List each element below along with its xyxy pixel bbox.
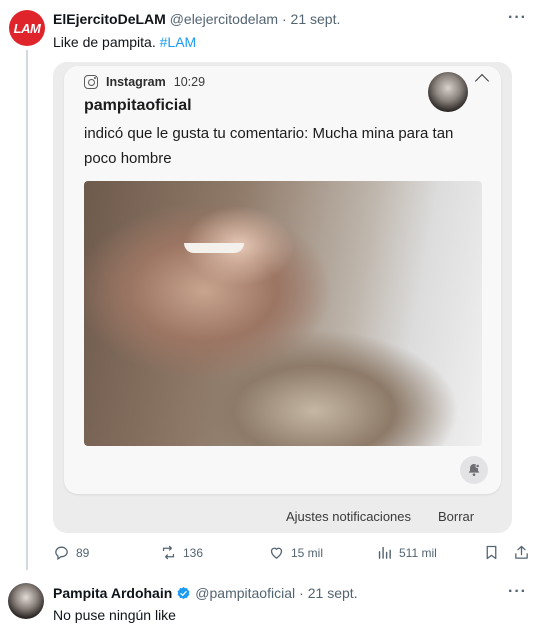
- tweet-text: Like de pampita. #LAM: [53, 34, 196, 50]
- display-name[interactable]: Pampita Ardohain: [53, 585, 172, 601]
- notification-username: pampitaoficial: [84, 97, 192, 114]
- notification-message: indicó que le gusta tu comentario: Mucha…: [84, 125, 454, 167]
- views-count: 511 mil: [399, 545, 437, 560]
- notification-photo: [84, 181, 482, 446]
- retweet-button[interactable]: 136: [160, 544, 203, 561]
- retweet-count: 136: [183, 545, 204, 560]
- bookmark-icon: [486, 545, 497, 560]
- thread-line: [26, 50, 28, 570]
- chevron-up-icon: [474, 73, 490, 89]
- like-button[interactable]: 15 mil: [268, 544, 323, 561]
- avatar[interactable]: LAM: [9, 10, 45, 46]
- tweet-text-body: Like de pampita.: [53, 34, 156, 50]
- notification-avatar: [428, 72, 468, 112]
- notification-app-name: Instagram: [106, 75, 166, 89]
- tweet-time[interactable]: 21 sept.: [291, 11, 341, 27]
- share-icon: [515, 545, 528, 559]
- views-button[interactable]: 511 mil: [376, 544, 437, 561]
- tweet-ejercito[interactable]: LAM ElEjercitoDeLAM @elejercitodelam · 2…: [0, 0, 541, 575]
- screenshot-media[interactable]: Instagram 10:29 pampitaoficial indicó qu…: [53, 62, 512, 533]
- share-button[interactable]: [513, 544, 530, 561]
- tweet-header: ElEjercitoDeLAM @elejercitodelam · 21 se…: [53, 11, 340, 27]
- tweet-time[interactable]: 21 sept.: [308, 585, 358, 601]
- bookmark-button[interactable]: [483, 544, 500, 561]
- reply-icon: [55, 546, 68, 561]
- views-icon: [378, 546, 391, 559]
- avatar[interactable]: [8, 583, 44, 619]
- retweet-icon: [162, 545, 175, 560]
- hashtag-link[interactable]: #LAM: [160, 34, 197, 50]
- instagram-icon: [84, 75, 98, 89]
- tweet-pampita[interactable]: Pampita Ardohain @pampitaoficial · 21 se…: [0, 575, 541, 630]
- more-options-icon[interactable]: ···: [508, 583, 527, 601]
- verified-badge-icon: [177, 586, 190, 599]
- instagram-notification: Instagram 10:29 pampitaoficial indicó qu…: [64, 66, 501, 494]
- tweet-actions: 89 136 15 mil 511 mil: [53, 544, 533, 564]
- notification-settings-action: Ajustes notificaciones: [286, 509, 412, 524]
- reply-count: 89: [76, 545, 90, 560]
- tweet-text: No puse ningún like: [53, 607, 176, 623]
- display-name[interactable]: ElEjercitoDeLAM: [53, 11, 166, 27]
- separator-dot: ·: [281, 11, 287, 27]
- more-options-icon[interactable]: ···: [508, 9, 527, 27]
- reply-button[interactable]: 89: [53, 544, 89, 561]
- bell-icon: [460, 456, 488, 484]
- notification-delete-action: Borrar: [438, 509, 475, 524]
- user-handle[interactable]: @pampitaoficial: [195, 585, 295, 601]
- user-handle[interactable]: @elejercitodelam: [170, 11, 278, 27]
- notification-header: Instagram 10:29: [84, 75, 205, 89]
- like-count: 15 mil: [291, 545, 324, 560]
- notification-time: 10:29: [173, 75, 206, 89]
- tweet-header: Pampita Ardohain @pampitaoficial · 21 se…: [53, 585, 358, 601]
- separator-dot: ·: [299, 585, 304, 601]
- heart-icon: [270, 547, 283, 559]
